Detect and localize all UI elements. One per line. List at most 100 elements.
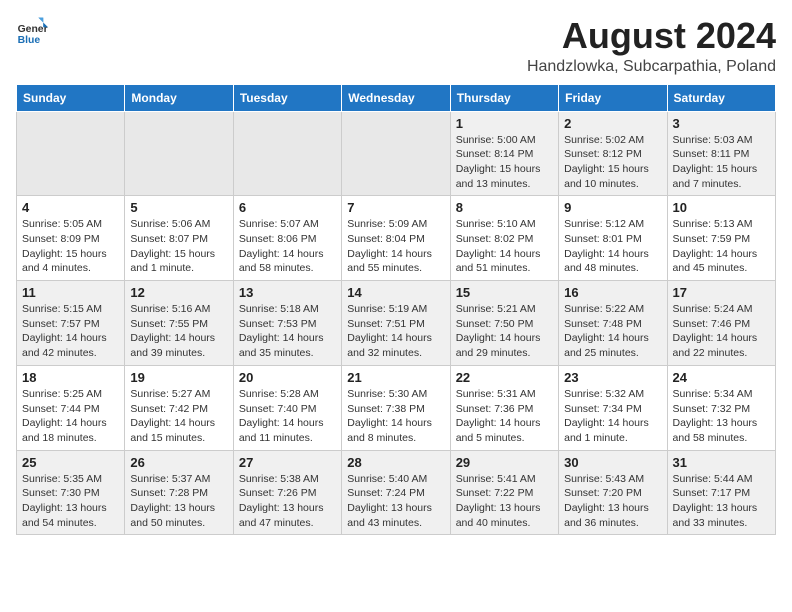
day-number: 15 <box>456 285 553 300</box>
day-info: Sunrise: 5:18 AM Sunset: 7:53 PM Dayligh… <box>239 302 336 361</box>
day-info: Sunrise: 5:37 AM Sunset: 7:28 PM Dayligh… <box>130 472 227 531</box>
day-info: Sunrise: 5:27 AM Sunset: 7:42 PM Dayligh… <box>130 387 227 446</box>
day-info: Sunrise: 5:41 AM Sunset: 7:22 PM Dayligh… <box>456 472 553 531</box>
day-info: Sunrise: 5:22 AM Sunset: 7:48 PM Dayligh… <box>564 302 661 361</box>
day-info: Sunrise: 5:03 AM Sunset: 8:11 PM Dayligh… <box>673 133 770 192</box>
page-header: General Blue August 2024 Handzlowka, Sub… <box>16 16 776 76</box>
calendar-day-cell: 27 Sunrise: 5:38 AM Sunset: 7:26 PM Dayli… <box>233 450 341 535</box>
day-info: Sunrise: 5:38 AM Sunset: 7:26 PM Dayligh… <box>239 472 336 531</box>
calendar-week-row: 4 Sunrise: 5:05 AM Sunset: 8:09 PM Daylig… <box>17 196 776 281</box>
day-info: Sunrise: 5:43 AM Sunset: 7:20 PM Dayligh… <box>564 472 661 531</box>
calendar-day-cell: 19 Sunrise: 5:27 AM Sunset: 7:42 PM Dayli… <box>125 365 233 450</box>
calendar-day-cell: 24 Sunrise: 5:34 AM Sunset: 7:32 PM Dayli… <box>667 365 775 450</box>
day-number: 18 <box>22 370 119 385</box>
calendar-day-cell <box>125 111 233 196</box>
logo: General Blue <box>16 16 48 48</box>
day-number: 8 <box>456 200 553 215</box>
day-number: 9 <box>564 200 661 215</box>
day-number: 30 <box>564 455 661 470</box>
day-number: 4 <box>22 200 119 215</box>
day-number: 21 <box>347 370 444 385</box>
calendar-day-cell: 6 Sunrise: 5:07 AM Sunset: 8:06 PM Daylig… <box>233 196 341 281</box>
day-number: 11 <box>22 285 119 300</box>
weekday-header-friday: Friday <box>559 84 667 111</box>
calendar-day-cell: 12 Sunrise: 5:16 AM Sunset: 7:55 PM Dayli… <box>125 281 233 366</box>
day-info: Sunrise: 5:05 AM Sunset: 8:09 PM Dayligh… <box>22 217 119 276</box>
day-info: Sunrise: 5:34 AM Sunset: 7:32 PM Dayligh… <box>673 387 770 446</box>
day-number: 29 <box>456 455 553 470</box>
calendar-day-cell: 14Sunrise: 5:19 AM Sunset: 7:51 PM Dayli… <box>342 281 450 366</box>
calendar-table: SundayMondayTuesdayWednesdayThursdayFrid… <box>16 84 776 536</box>
day-info: Sunrise: 5:19 AM Sunset: 7:51 PM Dayligh… <box>347 302 444 361</box>
day-info: Sunrise: 5:10 AM Sunset: 8:02 PM Dayligh… <box>456 217 553 276</box>
day-info: Sunrise: 5:30 AM Sunset: 7:38 PM Dayligh… <box>347 387 444 446</box>
day-number: 6 <box>239 200 336 215</box>
day-info: Sunrise: 5:02 AM Sunset: 8:12 PM Dayligh… <box>564 133 661 192</box>
calendar-day-cell: 26 Sunrise: 5:37 AM Sunset: 7:28 PM Dayli… <box>125 450 233 535</box>
calendar-day-cell: 9Sunrise: 5:12 AM Sunset: 8:01 PM Daylig… <box>559 196 667 281</box>
calendar-day-cell: 7 Sunrise: 5:09 AM Sunset: 8:04 PM Daylig… <box>342 196 450 281</box>
calendar-day-cell: 2 Sunrise: 5:02 AM Sunset: 8:12 PM Daylig… <box>559 111 667 196</box>
day-info: Sunrise: 5:32 AM Sunset: 7:34 PM Dayligh… <box>564 387 661 446</box>
weekday-header-thursday: Thursday <box>450 84 558 111</box>
day-info: Sunrise: 5:16 AM Sunset: 7:55 PM Dayligh… <box>130 302 227 361</box>
calendar-day-cell: 28Sunrise: 5:40 AM Sunset: 7:24 PM Dayli… <box>342 450 450 535</box>
weekday-header-row: SundayMondayTuesdayWednesdayThursdayFrid… <box>17 84 776 111</box>
calendar-week-row: 11 Sunrise: 5:15 AM Sunset: 7:57 PM Dayli… <box>17 281 776 366</box>
calendar-day-cell: 13 Sunrise: 5:18 AM Sunset: 7:53 PM Dayli… <box>233 281 341 366</box>
day-number: 20 <box>239 370 336 385</box>
day-info: Sunrise: 5:31 AM Sunset: 7:36 PM Dayligh… <box>456 387 553 446</box>
day-info: Sunrise: 5:35 AM Sunset: 7:30 PM Dayligh… <box>22 472 119 531</box>
calendar-day-cell: 1Sunrise: 5:00 AM Sunset: 8:14 PM Daylig… <box>450 111 558 196</box>
calendar-day-cell: 22 Sunrise: 5:31 AM Sunset: 7:36 PM Dayli… <box>450 365 558 450</box>
day-number: 16 <box>564 285 661 300</box>
day-info: Sunrise: 5:13 AM Sunset: 7:59 PM Dayligh… <box>673 217 770 276</box>
day-number: 3 <box>673 116 770 131</box>
day-number: 7 <box>347 200 444 215</box>
day-number: 27 <box>239 455 336 470</box>
day-info: Sunrise: 5:21 AM Sunset: 7:50 PM Dayligh… <box>456 302 553 361</box>
day-number: 23 <box>564 370 661 385</box>
title-block: August 2024 Handzlowka, Subcarpathia, Po… <box>527 16 776 76</box>
day-number: 13 <box>239 285 336 300</box>
calendar-day-cell: 15 Sunrise: 5:21 AM Sunset: 7:50 PM Dayli… <box>450 281 558 366</box>
calendar-day-cell: 11 Sunrise: 5:15 AM Sunset: 7:57 PM Dayli… <box>17 281 125 366</box>
calendar-day-cell: 4 Sunrise: 5:05 AM Sunset: 8:09 PM Daylig… <box>17 196 125 281</box>
generalblue-logo-icon: General Blue <box>16 16 48 48</box>
calendar-day-cell: 16 Sunrise: 5:22 AM Sunset: 7:48 PM Dayli… <box>559 281 667 366</box>
day-number: 2 <box>564 116 661 131</box>
day-info: Sunrise: 5:06 AM Sunset: 8:07 PM Dayligh… <box>130 217 227 276</box>
weekday-header-wednesday: Wednesday <box>342 84 450 111</box>
day-info: Sunrise: 5:09 AM Sunset: 8:04 PM Dayligh… <box>347 217 444 276</box>
calendar-week-row: 25 Sunrise: 5:35 AM Sunset: 7:30 PM Dayli… <box>17 450 776 535</box>
weekday-header-saturday: Saturday <box>667 84 775 111</box>
day-info: Sunrise: 5:07 AM Sunset: 8:06 PM Dayligh… <box>239 217 336 276</box>
calendar-week-row: 1Sunrise: 5:00 AM Sunset: 8:14 PM Daylig… <box>17 111 776 196</box>
calendar-day-cell: 17Sunrise: 5:24 AM Sunset: 7:46 PM Dayli… <box>667 281 775 366</box>
day-number: 25 <box>22 455 119 470</box>
calendar-day-cell: 5Sunrise: 5:06 AM Sunset: 8:07 PM Daylig… <box>125 196 233 281</box>
day-info: Sunrise: 5:28 AM Sunset: 7:40 PM Dayligh… <box>239 387 336 446</box>
svg-text:Blue: Blue <box>18 35 41 46</box>
calendar-week-row: 18 Sunrise: 5:25 AM Sunset: 7:44 PM Dayli… <box>17 365 776 450</box>
day-info: Sunrise: 5:44 AM Sunset: 7:17 PM Dayligh… <box>673 472 770 531</box>
calendar-day-cell <box>17 111 125 196</box>
calendar-day-cell: 31Sunrise: 5:44 AM Sunset: 7:17 PM Dayli… <box>667 450 775 535</box>
day-info: Sunrise: 5:25 AM Sunset: 7:44 PM Dayligh… <box>22 387 119 446</box>
calendar-day-cell <box>342 111 450 196</box>
weekday-header-sunday: Sunday <box>17 84 125 111</box>
day-info: Sunrise: 5:15 AM Sunset: 7:57 PM Dayligh… <box>22 302 119 361</box>
weekday-header-tuesday: Tuesday <box>233 84 341 111</box>
day-number: 26 <box>130 455 227 470</box>
calendar-day-cell: 30 Sunrise: 5:43 AM Sunset: 7:20 PM Dayli… <box>559 450 667 535</box>
day-number: 12 <box>130 285 227 300</box>
day-info: Sunrise: 5:24 AM Sunset: 7:46 PM Dayligh… <box>673 302 770 361</box>
calendar-day-cell: 20 Sunrise: 5:28 AM Sunset: 7:40 PM Dayli… <box>233 365 341 450</box>
weekday-header-monday: Monday <box>125 84 233 111</box>
day-number: 19 <box>130 370 227 385</box>
day-number: 22 <box>456 370 553 385</box>
day-number: 24 <box>673 370 770 385</box>
calendar-day-cell: 21 Sunrise: 5:30 AM Sunset: 7:38 PM Dayli… <box>342 365 450 450</box>
calendar-day-cell: 3 Sunrise: 5:03 AM Sunset: 8:11 PM Daylig… <box>667 111 775 196</box>
day-info: Sunrise: 5:40 AM Sunset: 7:24 PM Dayligh… <box>347 472 444 531</box>
